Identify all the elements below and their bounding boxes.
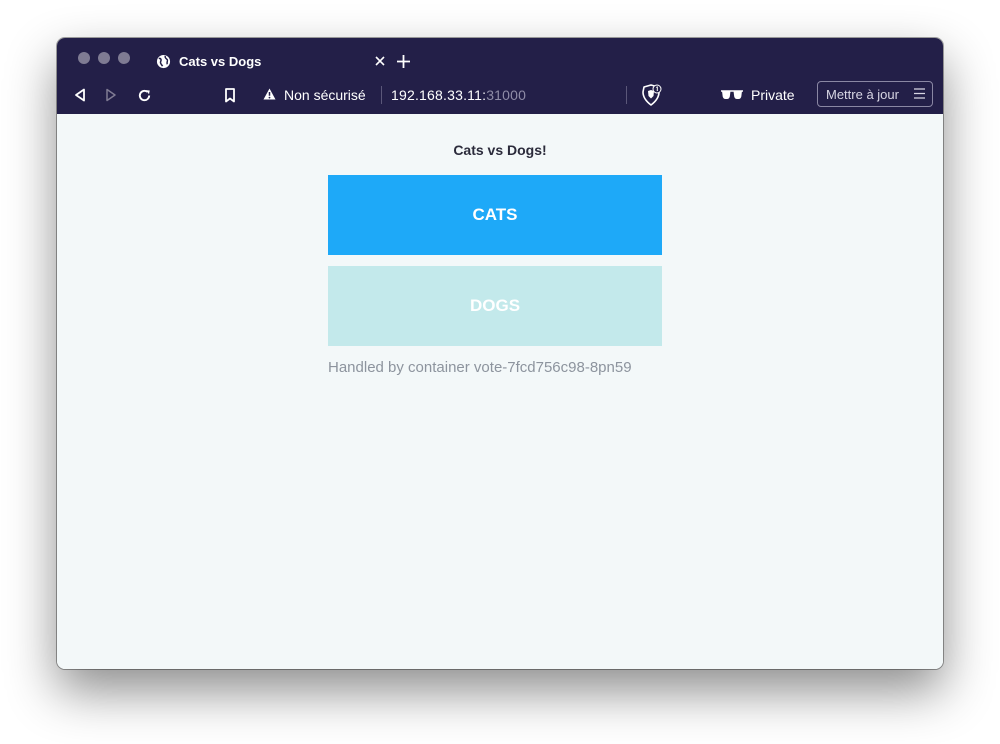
back-icon[interactable] (69, 84, 91, 106)
minimize-window-button[interactable] (98, 52, 110, 64)
zoom-window-button[interactable] (118, 52, 130, 64)
tab-title: Cats vs Dogs (179, 53, 262, 69)
update-button[interactable]: Mettre à jour (817, 81, 933, 107)
page-content: Cats vs Dogs! CATS DOGS Handled by conta… (57, 114, 943, 669)
forward-icon[interactable] (100, 84, 122, 106)
url-separator (381, 86, 382, 104)
tab-cats-vs-dogs[interactable]: Cats vs Dogs (149, 48, 389, 74)
vote-dogs-button[interactable]: DOGS (328, 266, 662, 346)
close-tab-icon[interactable] (371, 52, 389, 70)
security-indicator[interactable]: Non sécurisé (263, 87, 366, 103)
private-label: Private (751, 87, 795, 103)
update-label: Mettre à jour (826, 86, 899, 102)
browser-window: Cats vs Dogs Non sécurisé 192.168.33.11:… (57, 38, 943, 669)
browser-chrome: Cats vs Dogs Non sécurisé 192.168.33.11:… (57, 38, 943, 114)
security-label: Non sécurisé (284, 87, 366, 103)
url-port: 31000 (486, 87, 527, 103)
brave-shield-icon[interactable] (639, 83, 663, 107)
vote-cats-button[interactable]: CATS (328, 175, 662, 255)
close-window-button[interactable] (78, 52, 90, 64)
new-tab-icon[interactable] (393, 51, 413, 71)
menu-icon (914, 87, 925, 102)
toolbar-separator (626, 86, 627, 104)
container-info: Handled by container vote-7fcd756c98-8pn… (328, 359, 632, 376)
private-glasses-icon (721, 87, 743, 103)
url-host: 192.168.33.11: (391, 87, 487, 103)
reload-icon[interactable] (133, 84, 155, 106)
page-title: Cats vs Dogs! (453, 142, 547, 158)
globe-icon (155, 53, 171, 69)
navigation-toolbar: Non sécurisé 192.168.33.11:31000 Private… (57, 78, 943, 112)
private-indicator: Private (721, 87, 795, 103)
bookmark-icon[interactable] (219, 84, 241, 106)
window-controls (78, 52, 130, 64)
address-bar[interactable]: 192.168.33.11:31000 (391, 87, 526, 103)
warning-icon (263, 87, 276, 103)
